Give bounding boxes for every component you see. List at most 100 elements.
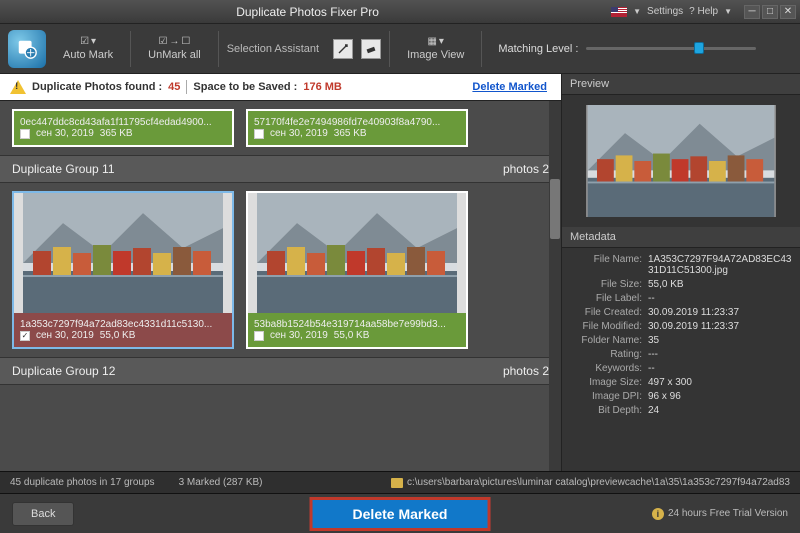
separator (218, 31, 219, 67)
card-size: 55,0 KB (334, 330, 370, 341)
groups-list: 0ec447ddc8cd43afa1f11795cf4edad4900... се… (0, 101, 561, 471)
settings-link[interactable]: Settings (647, 6, 683, 17)
unmark-all-label: UnMark all (148, 49, 201, 61)
flag-icon[interactable] (611, 7, 627, 17)
card-filename: 0ec447ddc8cd43afa1f11795cf4edad4900... (20, 117, 226, 128)
space-value: 176 MB (303, 81, 342, 93)
card-info-strip: 0ec447ddc8cd43afa1f11795cf4edad4900...се… (14, 111, 232, 145)
delete-marked-button[interactable]: Delete Marked (310, 497, 491, 531)
auto-mark-button[interactable]: ☑▾ Auto Mark (54, 31, 122, 66)
meta-value: 24 (648, 405, 794, 416)
meta-value: 96 x 96 (648, 391, 794, 402)
meta-key: File Created: (568, 307, 648, 318)
status-summary: 45 duplicate photos in 17 groups (10, 477, 155, 488)
chevron-down-icon: ▾ (439, 36, 444, 47)
meta-value: 35 (648, 335, 794, 346)
meta-row: File Modified:30.09.2019 11:23:37 (568, 319, 794, 333)
meta-row: Image Size:497 x 300 (568, 375, 794, 389)
meta-key: Image Size: (568, 377, 648, 388)
group-header[interactable]: Duplicate Group 12photos 2 (0, 357, 561, 385)
meta-key: File Label: (568, 293, 648, 304)
chevron-down-icon[interactable]: ▼ (724, 7, 732, 16)
checkbox-checked-icon: ☑ (158, 36, 167, 47)
separator (481, 31, 482, 67)
card-checkbox[interactable]: ✓ (20, 331, 30, 341)
group-row: 1a353c7297f94a72ad83ec4331d11c5130...✓се… (0, 183, 561, 357)
group-header[interactable]: Duplicate Group 11photos 2 (0, 155, 561, 183)
photo-card[interactable]: 57170f4fe2e7494986fd7e40903f8a4790...сен… (246, 109, 468, 147)
meta-row: File Name:1A353C7297F94A72AD83EC4331D11C… (568, 252, 794, 277)
scrollbar[interactable] (549, 101, 561, 471)
scroll-thumb[interactable] (550, 179, 560, 239)
image-view-label: Image View (407, 49, 464, 61)
card-info-strip: 53ba8b1524b54e319714aa58be7e99bd3...сен … (248, 313, 466, 347)
selection-assistant-label: Selection Assistant (227, 43, 319, 55)
card-checkbox[interactable] (20, 129, 30, 139)
action-bar: Back Delete Marked i24 hours Free Trial … (0, 493, 800, 533)
status-marked: 3 Marked (287 KB) (179, 477, 263, 488)
found-count: 45 (168, 81, 180, 93)
photo-card[interactable]: 53ba8b1524b54e319714aa58be7e99bd3...сен … (246, 191, 468, 349)
delete-marked-link[interactable]: Delete Marked (472, 81, 547, 93)
meta-value: 30.09.2019 11:23:37 (648, 307, 794, 318)
minimize-button[interactable]: ─ (744, 5, 760, 19)
meta-key: Keywords: (568, 363, 648, 374)
help-link[interactable]: ? Help (689, 6, 718, 17)
checkbox-checked-icon: ☑ (80, 36, 89, 47)
status-path: c:\users\barbara\pictures\luminar catalo… (407, 477, 790, 488)
photo-card[interactable]: 1a353c7297f94a72ad83ec4331d11c5130...✓се… (12, 191, 234, 349)
matching-level-slider[interactable] (586, 47, 756, 50)
photo-thumbnail[interactable] (14, 193, 232, 313)
meta-value: -- (648, 363, 794, 374)
meta-value: -- (648, 293, 794, 304)
meta-key: File Size: (568, 279, 648, 290)
card-checkbox[interactable] (254, 129, 264, 139)
unmark-all-button[interactable]: ☑→☐ UnMark all (139, 31, 210, 66)
photo-card[interactable]: 0ec447ddc8cd43afa1f11795cf4edad4900...се… (12, 109, 234, 147)
close-button[interactable]: ✕ (780, 5, 796, 19)
meta-key: Rating: (568, 349, 648, 360)
tools-icon[interactable] (333, 39, 353, 59)
card-info-strip: 57170f4fe2e7494986fd7e40903f8a4790...сен… (248, 111, 466, 145)
maximize-button[interactable]: □ (762, 5, 778, 19)
meta-row: File Created:30.09.2019 11:23:37 (568, 305, 794, 319)
meta-key: Bit Depth: (568, 405, 648, 416)
preview-header: Preview (562, 74, 800, 95)
eraser-icon[interactable] (361, 39, 381, 59)
folder-icon (391, 478, 403, 488)
card-checkbox[interactable] (254, 331, 264, 341)
meta-row: File Size:55,0 KB (568, 277, 794, 291)
meta-key: Folder Name: (568, 335, 648, 346)
card-date: сен 30, 2019 (270, 128, 328, 139)
group-title: Duplicate Group 11 (12, 162, 115, 176)
checkbox-empty-icon: ☐ (181, 36, 190, 47)
trial-label: 24 hours Free Trial Version (668, 508, 788, 519)
card-filename: 1a353c7297f94a72ad83ec4331d11c5130... (20, 319, 226, 330)
metadata-header: Metadata (562, 227, 800, 248)
meta-row: Image DPI:96 x 96 (568, 389, 794, 403)
photo-thumbnail[interactable] (248, 193, 466, 313)
grid-icon: ▦ (427, 36, 436, 47)
back-button[interactable]: Back (12, 502, 74, 526)
chevron-down-icon: ▾ (91, 36, 96, 47)
separator (130, 31, 131, 67)
status-bar: 45 duplicate photos in 17 groups 3 Marke… (0, 471, 800, 493)
card-info-strip: 1a353c7297f94a72ad83ec4331d11c5130...✓се… (14, 313, 232, 347)
preview-image (586, 105, 776, 217)
found-label: Duplicate Photos found : (32, 81, 162, 93)
auto-mark-label: Auto Mark (63, 49, 113, 61)
meta-key: Image DPI: (568, 391, 648, 402)
card-filename: 53ba8b1524b54e319714aa58be7e99bd3... (254, 319, 460, 330)
slider-thumb[interactable] (694, 42, 704, 54)
meta-row: Folder Name:35 (568, 333, 794, 347)
toolbar: ☑▾ Auto Mark ☑→☐ UnMark all Selection As… (0, 24, 800, 74)
meta-row: Rating:--- (568, 347, 794, 361)
meta-value: --- (648, 349, 794, 360)
separator (389, 31, 390, 67)
preview-panel (562, 95, 800, 227)
image-view-button[interactable]: ▦▾ Image View (398, 31, 473, 66)
title-bar: Duplicate Photos Fixer Pro ▼ Settings ? … (0, 0, 800, 24)
matching-level-label: Matching Level : (498, 43, 578, 55)
meta-value: 30.09.2019 11:23:37 (648, 321, 794, 332)
chevron-down-icon[interactable]: ▼ (633, 7, 641, 16)
